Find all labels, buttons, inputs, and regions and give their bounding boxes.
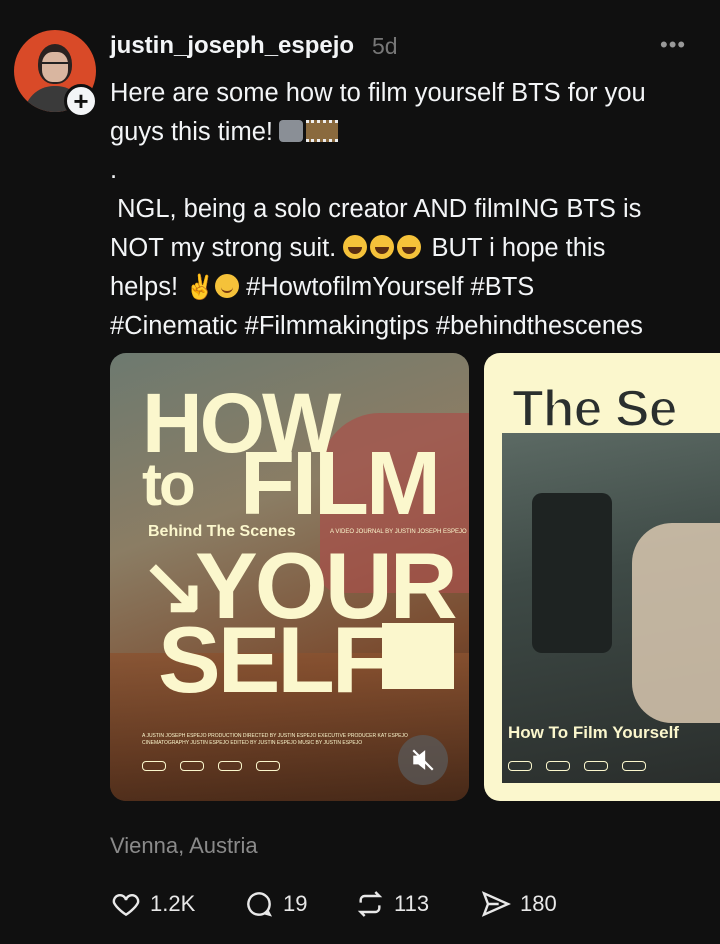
reply-icon [247,892,273,917]
poster-square [382,623,454,689]
image-subject [632,523,720,723]
timestamp: 5d [372,33,398,59]
poster-logos [142,761,342,771]
caption-line: Here are some how to film yourself BTS f… [110,79,646,107]
avatar-glasses [42,62,68,70]
username[interactable]: justin_joseph_espejo [110,32,354,60]
card2-logos [508,761,708,771]
repost-icon [357,891,383,917]
caption-line: NGL, being a solo creator AND filmING BT… [110,195,642,224]
film-strip-emoji-icon [305,119,338,142]
poster-small-credits: A JUSTIN JOSEPH ESPEJO PRODUCTION DIRECT… [142,733,408,746]
laughing-emoji-icon [397,234,422,259]
mute-icon[interactable] [398,735,448,785]
hashtag-line[interactable]: #Cinematic #Filmmakingtips #behindthesce… [110,307,710,346]
card2-title: The Se [511,379,678,439]
laughing-emoji-icon [343,234,368,259]
repost-count: 113 [394,891,430,916]
caption-line: helps! ✌ #HowtofilmYourself #BTS [110,268,710,308]
like-button[interactable]: 1.2K [110,886,195,922]
reply-button[interactable]: 19 [243,886,307,922]
poster-to: to [142,451,196,518]
post-caption: Here are some how to film yourself BTS f… [110,74,710,346]
caption-line: NOT my strong suit. BUT i hope this [110,233,606,262]
image-chair [532,493,612,653]
more-icon[interactable]: ••• [660,32,686,58]
share-count: 180 [520,891,557,916]
media-card-video[interactable]: HOW to FILM Behind The Scenes A VIDEO JO… [110,353,469,801]
card2-subtitle: How To Film Yourself [508,723,679,742]
heart-icon [112,894,140,917]
smiling-emoji-icon [215,273,240,298]
post-location[interactable]: Vienna, Austria [110,833,258,859]
caption-line: guys this time! [110,113,710,152]
share-icon [481,891,511,917]
caption-line: . [110,156,118,185]
camera-emoji-icon [278,119,303,142]
laughing-emoji-icon [370,234,395,259]
hashtag-line[interactable]: #HowtofilmYourself #BTS [246,273,534,301]
reply-count: 19 [283,891,308,916]
like-count: 1.2K [150,891,196,916]
media-card-image[interactable]: The Se How To Film Yourself [484,353,720,801]
victory-hand-emoji-icon: ✌ [185,273,216,301]
share-button[interactable]: 180 [480,886,557,922]
repost-button[interactable]: 113 [354,886,429,922]
follow-plus-icon[interactable]: + [64,84,98,118]
poster-self: SELF [158,607,389,712]
poster-film: FILM [240,434,441,534]
